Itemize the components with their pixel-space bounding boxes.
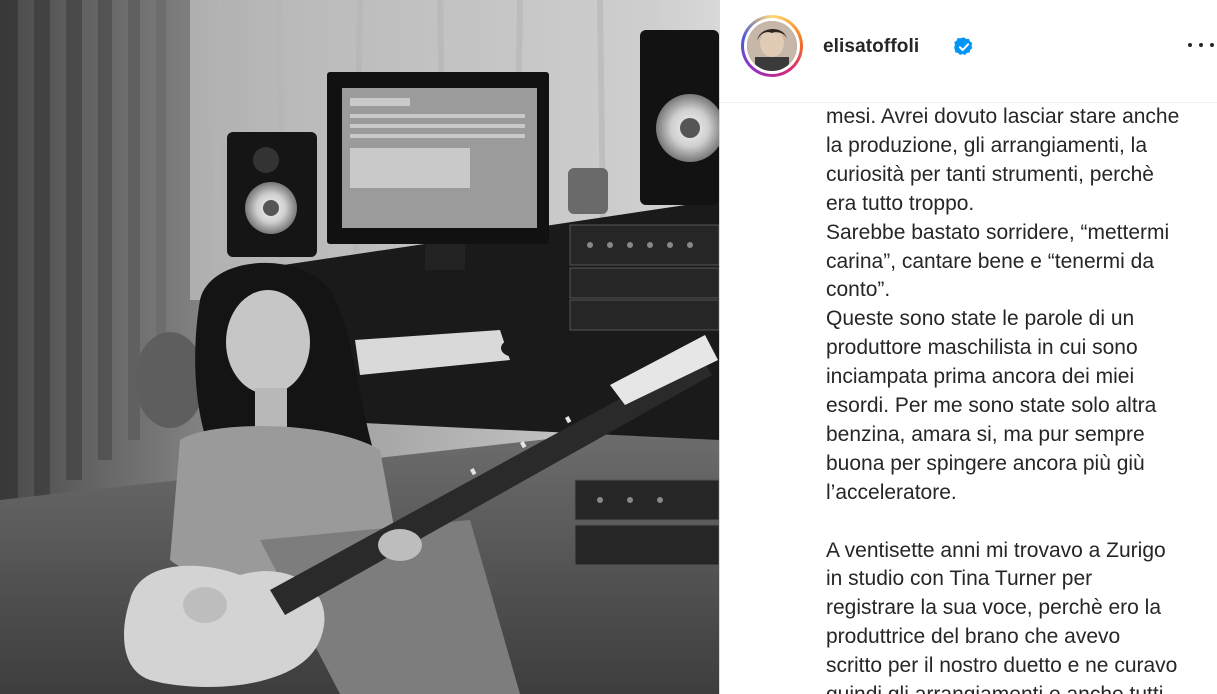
caption-paragraph: Queste sono state le parole di un produt…: [826, 307, 1157, 504]
post-caption: mesi. Avrei dovuto lasciar stare anche l…: [826, 103, 1211, 694]
story-ring[interactable]: [741, 15, 803, 77]
post-photo[interactable]: [0, 0, 719, 694]
avatar[interactable]: [747, 21, 797, 71]
verified-badge-icon: [954, 37, 973, 55]
post-header: elisatoffoli: [720, 0, 1217, 103]
instagram-post-view: elisatoffoli mesi. Avrei dovuto lasciar …: [0, 0, 1217, 694]
studio-photo-image: [0, 0, 719, 694]
caption-paragraph: A ventisette anni mi trovavo a Zurigo in…: [826, 538, 1178, 694]
caption-paragraph: mesi. Avrei dovuto lasciar stare anche l…: [826, 105, 1180, 215]
username[interactable]: elisatoffoli: [823, 36, 919, 58]
avatar-image: [747, 21, 797, 71]
post-side-panel: elisatoffoli mesi. Avrei dovuto lasciar …: [719, 0, 1217, 694]
caption-paragraph: Sarebbe bastato sorridere, “mettermi car…: [826, 220, 1170, 302]
more-options-icon[interactable]: [1186, 30, 1216, 60]
